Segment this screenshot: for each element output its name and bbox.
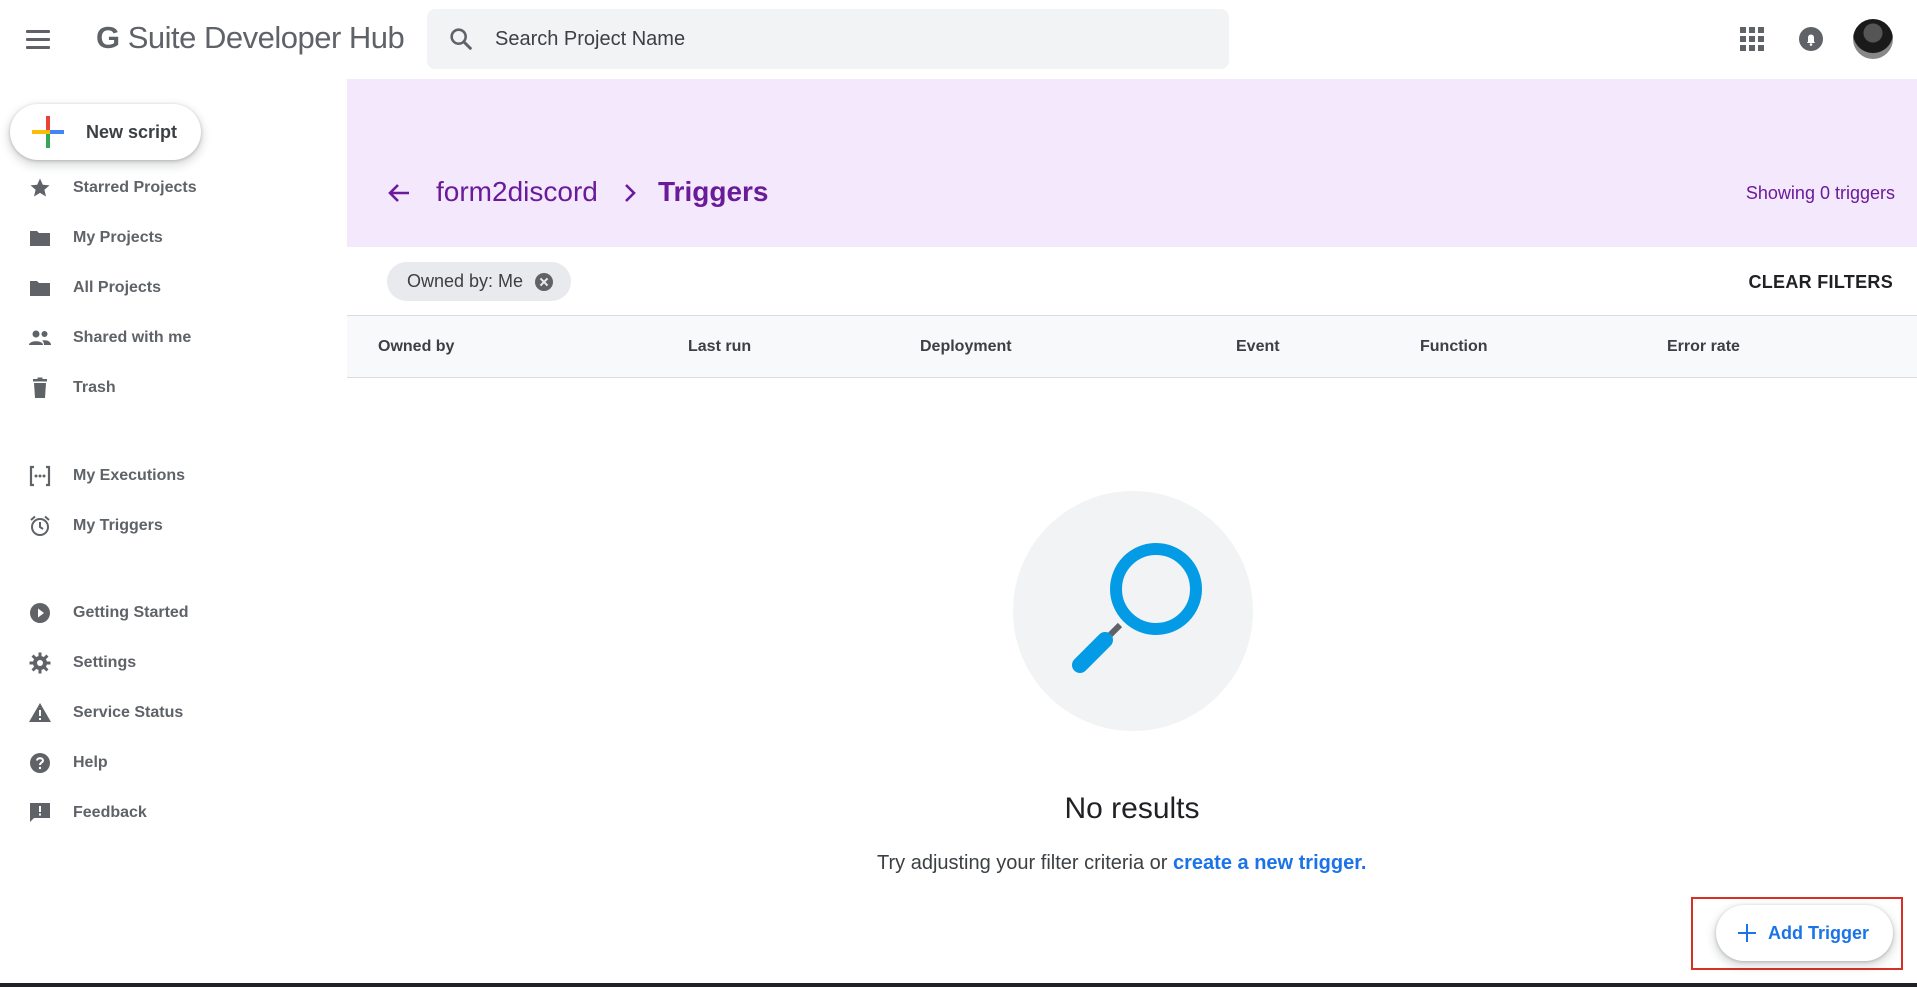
sidebar-item-help[interactable]: Help [0,741,340,785]
empty-state-illustration [1013,491,1253,731]
play-circle-icon [30,603,50,623]
create-trigger-link[interactable]: create a new trigger. [1173,852,1366,874]
folder-icon [30,281,50,296]
clear-filters-button[interactable]: CLEAR FILTERS [1748,272,1893,293]
column-error-rate[interactable]: Error rate [1667,338,1740,356]
trash-icon [33,377,47,398]
sidebar-item-label: My Executions [73,467,186,484]
sidebar-item-label: Trash [73,379,116,396]
chevron-right-icon [625,184,636,202]
remove-filter-icon[interactable] [535,272,554,291]
sidebar-item-settings[interactable]: Settings [0,641,340,685]
sidebar-item-label: Starred Projects [73,179,197,196]
gear-icon [29,652,51,674]
sidebar-item-starred-projects[interactable]: Starred Projects [0,166,340,210]
page-header [347,79,1917,247]
sidebar-item-my-triggers[interactable]: My Triggers [0,504,340,548]
empty-state-message-text: Try adjusting your filter criteria or [877,852,1174,874]
sidebar-item-label: Settings [73,654,137,671]
add-trigger-button[interactable]: Add Trigger [1716,905,1893,961]
app-title-g: G [96,20,120,55]
avatar[interactable] [1853,19,1893,59]
bell-icon[interactable] [1796,24,1826,54]
sidebar-item-label: Shared with me [73,329,192,346]
people-icon [29,330,51,345]
sidebar-item-my-projects[interactable]: My Projects [0,216,340,260]
column-event[interactable]: Event [1236,338,1280,356]
sidebar-item-trash[interactable]: Trash [0,366,340,410]
new-script-label: New script [86,121,178,142]
sidebar-item-label: All Projects [73,279,162,296]
magnifier-icon [1072,543,1202,673]
alarm-icon [30,515,50,536]
search-bar[interactable] [427,9,1229,69]
folder-icon [30,231,50,246]
column-last-run[interactable]: Last run [688,338,751,356]
filter-chip-owned-by[interactable]: Owned by: Me [387,262,572,301]
sidebar-item-getting-started[interactable]: Getting Started [0,591,340,635]
add-trigger-label: Add Trigger [1768,922,1870,943]
app-title[interactable]: G Suite Developer Hub [96,20,405,56]
sidebar-item-label: My Projects [73,229,163,246]
back-arrow-icon[interactable] [384,178,414,208]
sidebar-item-label: My Triggers [73,517,163,534]
sidebar-item-all-projects[interactable]: All Projects [0,266,340,310]
apps-grid-icon[interactable] [1740,27,1764,51]
executions-icon [29,465,51,487]
top-app-bar: G Suite Developer Hub [0,0,1917,78]
sidebar-item-label: Getting Started [73,604,189,621]
search-icon[interactable] [447,25,475,53]
search-input[interactable] [495,19,1195,59]
window-bottom-edge [0,983,1917,987]
new-script-button[interactable]: New script [10,104,201,160]
empty-state-message: Try adjusting your filter criteria or cr… [877,852,1366,875]
breadcrumb-project[interactable]: form2discord [436,176,598,208]
page-title: Triggers [658,176,769,207]
colorful-plus-icon [32,116,64,148]
empty-state-title: No results [1064,792,1200,825]
table-header: Owned by Last run Deployment Event Funct… [347,315,1917,378]
trigger-count: Showing 0 triggers [1745,183,1895,203]
column-deployment[interactable]: Deployment [920,338,1012,356]
column-owned-by[interactable]: Owned by [378,338,454,356]
column-function[interactable]: Function [1420,338,1488,356]
app-title-text: Suite Developer Hub [119,20,405,55]
sidebar-item-shared-with-me[interactable]: Shared with me [0,316,340,360]
star-icon [30,178,50,197]
help-icon [30,753,50,773]
filter-chip-label: Owned by: Me [407,271,524,291]
sidebar-item-service-status[interactable]: Service Status [0,691,340,735]
plus-icon [1736,922,1758,944]
sidebar-item-label: Help [73,754,108,771]
menu-icon[interactable] [26,24,56,54]
sidebar: New script Starred Projects My Projects … [0,78,347,983]
sidebar-item-my-executions[interactable]: My Executions [0,454,340,498]
sidebar-item-label: Service Status [73,704,184,721]
warning-icon [29,703,51,722]
